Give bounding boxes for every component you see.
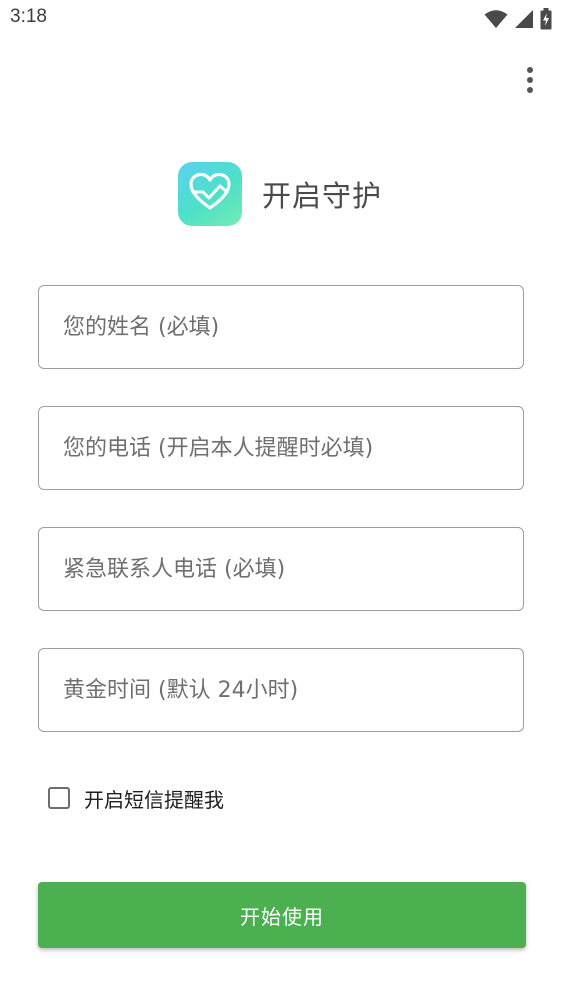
cell-signal-icon xyxy=(514,9,534,29)
status-time: 3:18 xyxy=(10,6,47,27)
start-button-label: 开始使用 xyxy=(240,904,324,929)
sms-reminder-label: 开启短信提醒我 xyxy=(84,787,224,812)
name-field[interactable] xyxy=(38,285,524,369)
page-title: 开启守护 xyxy=(262,179,383,213)
wifi-icon xyxy=(484,9,508,29)
checkbox-box[interactable] xyxy=(48,787,70,809)
emergency-phone-field[interactable] xyxy=(38,527,524,611)
status-icons xyxy=(484,8,552,30)
app-header: 开启守护 xyxy=(178,162,382,226)
start-button[interactable]: 开始使用 xyxy=(38,882,526,948)
heart-check-icon xyxy=(188,172,232,216)
phone-input[interactable] xyxy=(39,407,523,489)
overflow-menu-button[interactable] xyxy=(514,64,546,100)
more-vert-icon xyxy=(526,66,534,98)
phone-field[interactable] xyxy=(38,406,524,490)
status-bar: 3:18 xyxy=(0,0,564,40)
app-logo xyxy=(178,162,242,226)
golden-time-input[interactable] xyxy=(39,649,523,731)
golden-time-field[interactable] xyxy=(38,648,524,732)
emergency-phone-input[interactable] xyxy=(39,528,523,610)
name-input[interactable] xyxy=(39,286,523,368)
battery-charging-icon xyxy=(540,8,552,30)
sms-reminder-checkbox[interactable]: 开启短信提醒我 xyxy=(48,783,224,813)
